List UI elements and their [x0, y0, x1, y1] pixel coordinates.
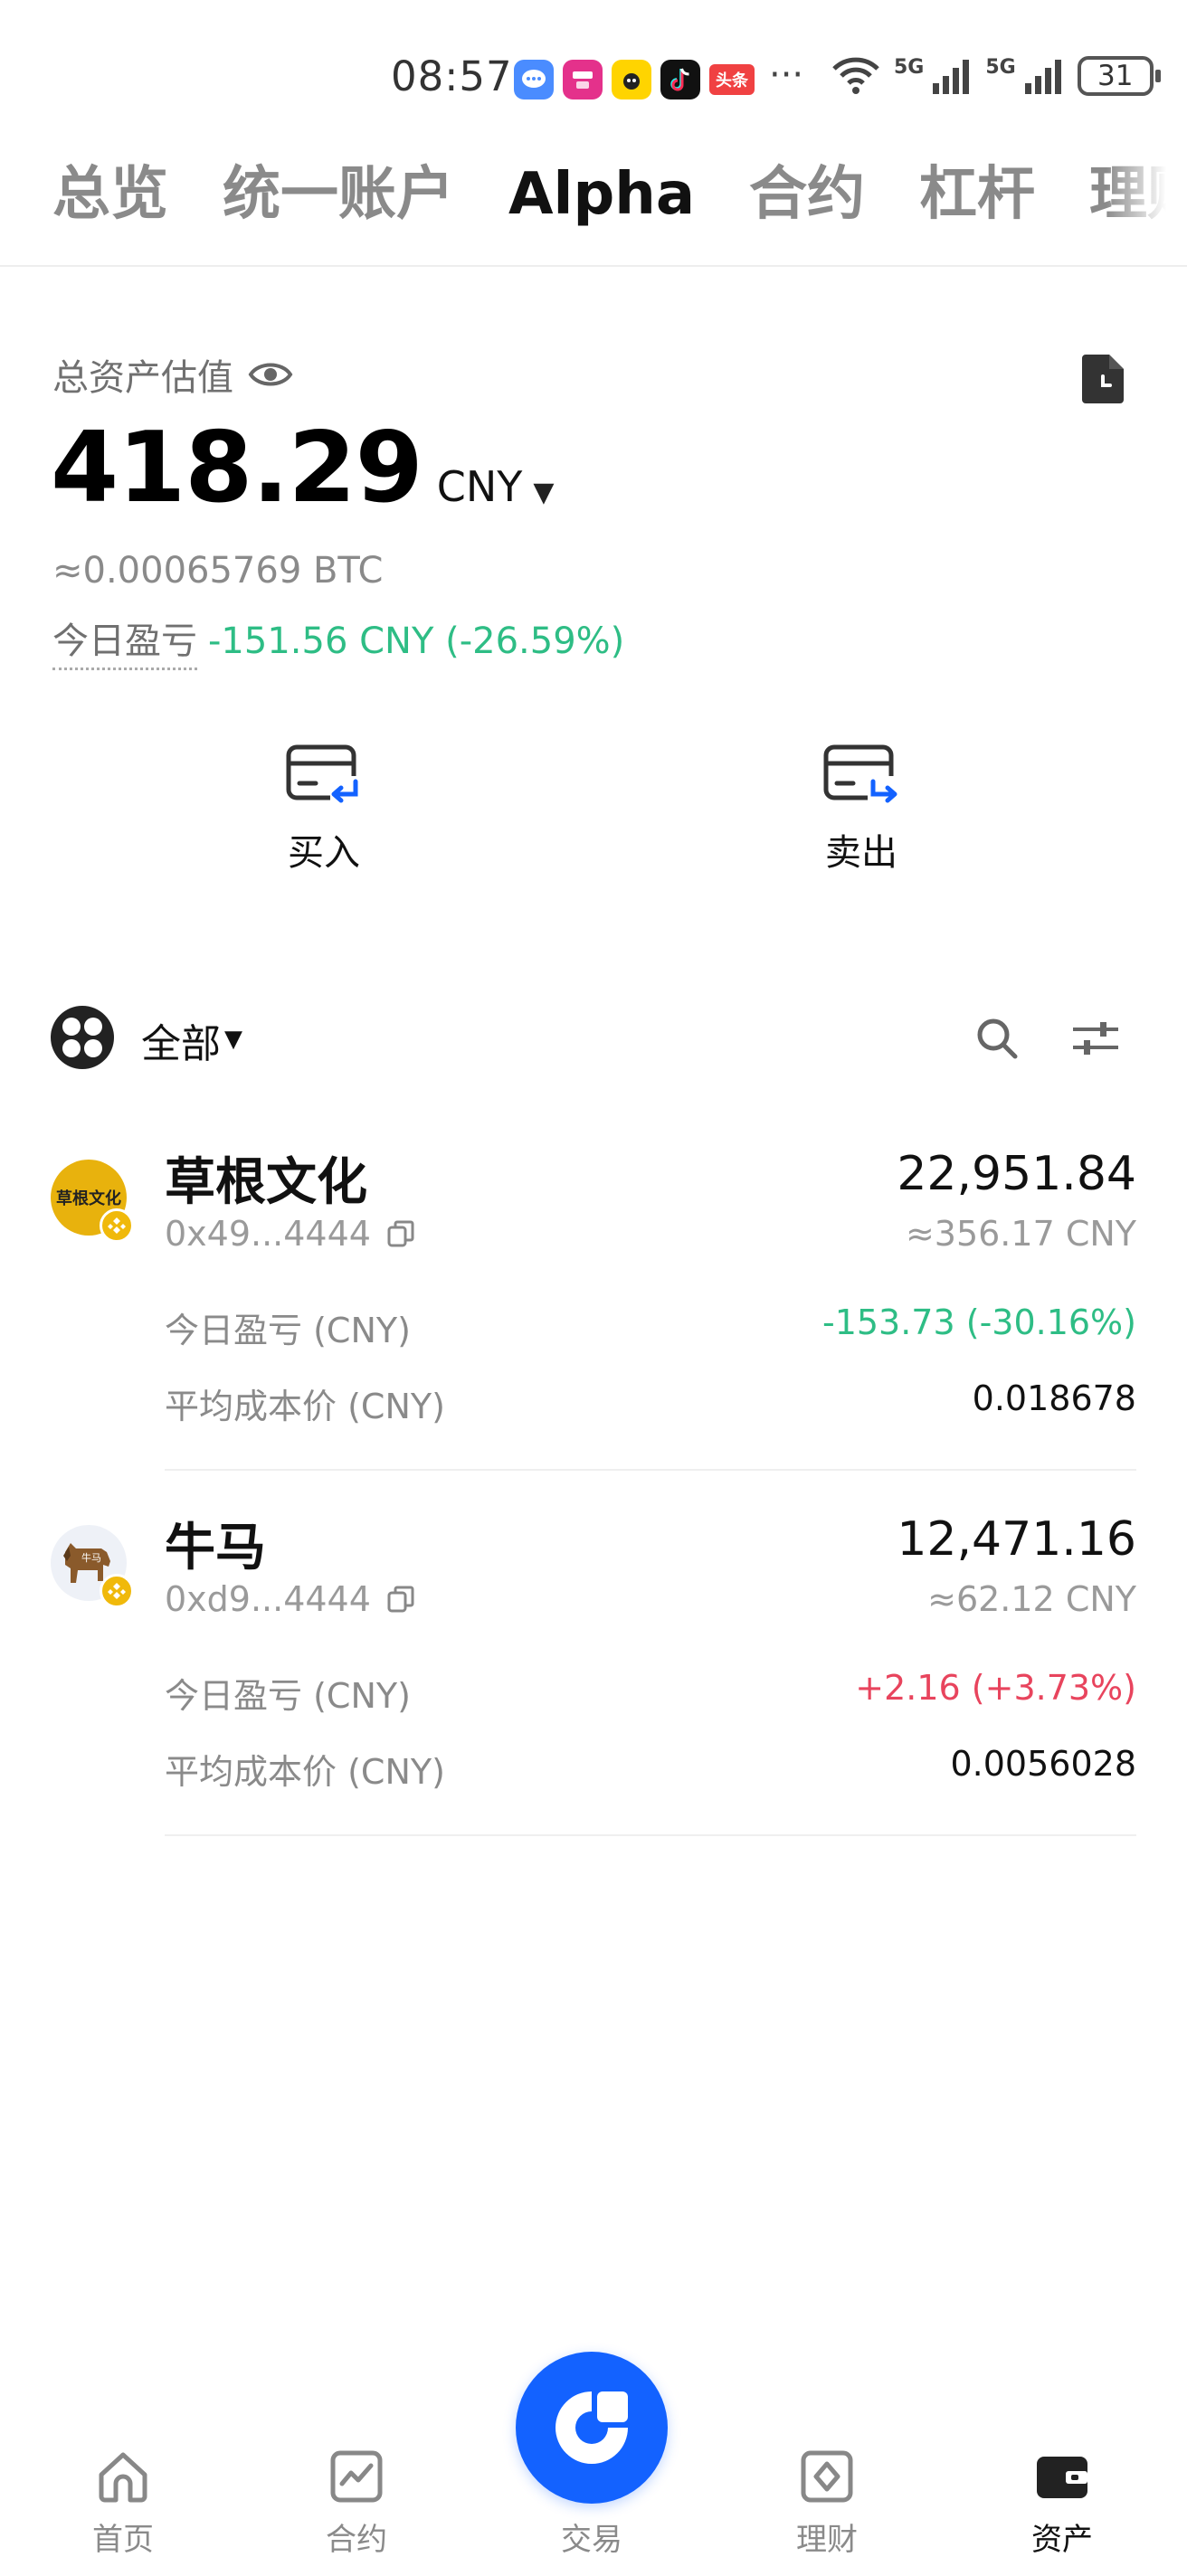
- tab-unified-account[interactable]: 统一账户: [223, 154, 454, 235]
- token-cost-label: 平均成本价 (CNY): [165, 1387, 445, 1426]
- sell-label: 卖出: [825, 832, 897, 874]
- home-icon: [99, 2452, 147, 2503]
- tabs-fade: [1106, 154, 1187, 262]
- token-address-row: 0x49...4444: [165, 1214, 416, 1254]
- filter-settings-icon[interactable]: [1069, 1017, 1122, 1060]
- status-time: 08:57: [391, 52, 513, 100]
- wifi-icon: [832, 57, 879, 94]
- nav-futures[interactable]: 合约: [284, 2448, 429, 2559]
- toutiao-app-icon: 头条: [709, 64, 755, 95]
- token-value-cny: ≈356.17 CNY: [905, 1214, 1136, 1254]
- copy-icon[interactable]: [385, 1584, 416, 1615]
- token-cost-value: 0.018678: [972, 1378, 1136, 1418]
- wallet-icon: [1037, 2457, 1087, 2498]
- token-row[interactable]: 草根文化 草根文化 0x49...4444 22,951.84 ≈356.17 …: [51, 1141, 1136, 1471]
- token-logo-text: 草根文化: [56, 1189, 121, 1208]
- search-icon[interactable]: [972, 1013, 1022, 1064]
- token-address: 0xd9...4444: [165, 1579, 371, 1619]
- card-in-icon: [286, 744, 363, 809]
- tab-futures[interactable]: 合约: [749, 154, 865, 235]
- token-cost-label: 平均成本价 (CNY): [165, 1752, 445, 1792]
- divider: [165, 1834, 1136, 1836]
- fanqie-app-icon: [612, 60, 651, 99]
- token-name: 草根文化: [165, 1153, 367, 1212]
- chevron-down-icon[interactable]: ▼: [224, 1026, 242, 1053]
- token-cost-value: 0.0056028: [950, 1744, 1137, 1784]
- all-chains-icon[interactable]: [51, 1006, 114, 1069]
- token-quantity: 12,471.16: [897, 1512, 1136, 1567]
- history-record-icon[interactable]: [1078, 351, 1127, 405]
- currency-selector[interactable]: CNY: [437, 462, 523, 511]
- message-app-icon: [514, 60, 554, 99]
- token-value-cny: ≈62.12 CNY: [927, 1579, 1136, 1619]
- nav-trade[interactable]: 交易: [519, 2514, 664, 2559]
- buy-button[interactable]: 买入: [233, 742, 414, 876]
- tab-alpha[interactable]: Alpha: [508, 154, 695, 235]
- bottom-nav: 首页 合约 交易 理财 资产: [0, 2352, 1187, 2576]
- vipshop-app-icon: [563, 60, 603, 99]
- caret-down-icon[interactable]: ▼: [533, 477, 554, 508]
- nav-assets-label: 资产: [1031, 2522, 1093, 2558]
- token-quantity: 22,951.84: [897, 1147, 1136, 1201]
- tab-overview[interactable]: 总览: [52, 154, 168, 235]
- chain-filter-dropdown[interactable]: 全部: [141, 1011, 221, 1069]
- token-pnl-value: -153.73 (-30.16%): [821, 1302, 1136, 1342]
- battery-level: 31: [1097, 60, 1134, 92]
- earn-icon: [801, 2450, 853, 2503]
- nav-futures-label: 合约: [326, 2522, 387, 2558]
- tiktok-app-icon: [660, 60, 700, 99]
- buy-label: 买入: [288, 832, 360, 874]
- nav-home[interactable]: 首页: [51, 2448, 195, 2559]
- signal-icon: [933, 60, 970, 94]
- btc-equivalent: ≈0.00065769 BTC: [52, 550, 384, 592]
- tab-margin[interactable]: 杠杆: [919, 154, 1035, 235]
- copy-icon[interactable]: [385, 1218, 416, 1249]
- trade-button[interactable]: [516, 2352, 668, 2504]
- token-pnl-label: 今日盈亏 (CNY): [165, 1311, 411, 1350]
- status-bar: 08:57 头条 ··· 5G 5G 31: [0, 45, 1187, 118]
- sell-button[interactable]: 卖出: [771, 742, 952, 876]
- bnb-chain-icon: [100, 1208, 134, 1243]
- top-tabs: 总览 统一账户 Alpha 合约 杠杆 理财: [0, 154, 1187, 267]
- nav-home-label: 首页: [92, 2522, 154, 2558]
- filter-row: 全部 ▼: [51, 1006, 1136, 1071]
- nav-earn-label: 理财: [796, 2522, 858, 2558]
- total-assets-label: 总资产估值: [52, 357, 233, 399]
- eye-icon[interactable]: [248, 360, 293, 389]
- nav-assets[interactable]: 资产: [990, 2448, 1135, 2559]
- token-pnl-value: +2.16 (+3.73%): [855, 1668, 1136, 1708]
- chart-icon: [330, 2450, 383, 2503]
- total-value-row: 418.29 CNY ▼: [51, 412, 554, 525]
- token-pnl-label: 今日盈亏 (CNY): [165, 1676, 411, 1716]
- today-pnl-value: -151.56 CNY (-26.59%): [208, 620, 625, 662]
- signal-icon-2: [1024, 60, 1061, 94]
- token-address: 0x49...4444: [165, 1214, 371, 1254]
- trade-logo-icon: [556, 2391, 628, 2464]
- nav-trade-label: 交易: [561, 2522, 622, 2558]
- more-notifications-icon: ···: [769, 54, 804, 96]
- token-name: 牛马: [165, 1519, 266, 1577]
- svg-text:牛马: 牛马: [81, 1551, 101, 1564]
- total-assets-label-row: 总资产估值: [52, 348, 293, 401]
- nav-earn[interactable]: 理财: [755, 2448, 899, 2559]
- bnb-chain-icon: [100, 1574, 134, 1608]
- status-indicators: 5G 5G 31: [831, 56, 1161, 96]
- card-out-icon: [823, 744, 900, 809]
- token-logo: 草根文化: [51, 1160, 134, 1243]
- today-pnl-row: 今日盈亏 -151.56 CNY (-26.59%): [52, 611, 624, 670]
- network-type-label: 5G: [894, 56, 925, 79]
- token-logo: 牛马: [51, 1525, 134, 1608]
- token-address-row: 0xd9...4444: [165, 1579, 416, 1619]
- battery-icon: 31: [1077, 56, 1161, 96]
- total-value: 418.29: [51, 412, 423, 525]
- status-app-icons: 头条: [514, 60, 755, 99]
- today-pnl-label[interactable]: 今日盈亏: [52, 611, 197, 670]
- token-row[interactable]: 牛马 牛马 0xd9...4444 12,471.16 ≈62.12 CNY 今…: [51, 1507, 1137, 1836]
- divider: [165, 1469, 1136, 1471]
- network-type-label-2: 5G: [985, 56, 1016, 79]
